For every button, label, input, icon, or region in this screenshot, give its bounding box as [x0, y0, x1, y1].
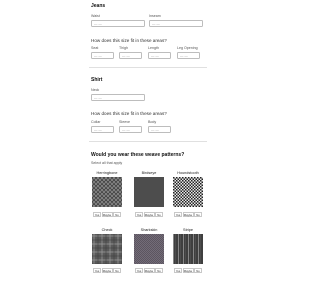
herringbone-options: Yes Maybe No	[93, 212, 122, 217]
maybe-button[interactable]: Maybe	[143, 212, 155, 217]
section-title-jeans: Jeans	[91, 3, 106, 9]
patterns-hint: Select all that apply	[91, 161, 123, 165]
sharkskin-swatch[interactable]	[134, 234, 164, 264]
waist-field[interactable]: — —	[91, 20, 145, 27]
neck-label: Neck	[91, 88, 100, 92]
collar-label: Collar	[91, 120, 101, 124]
jeans-fit-question: How does this size fit in these areas?	[91, 38, 167, 43]
shirt-fit-question: How does this size fit in these areas?	[91, 111, 167, 116]
divider	[89, 67, 207, 68]
no-button[interactable]: No	[155, 212, 163, 217]
seat-field[interactable]: — —	[91, 52, 114, 59]
length-label: Length	[148, 46, 159, 50]
no-button[interactable]: No	[194, 268, 202, 273]
pattern-name-birdseye: Birdseye	[141, 171, 157, 175]
herringbone-swatch[interactable]	[92, 177, 122, 207]
check-swatch[interactable]	[92, 234, 122, 264]
maybe-button[interactable]: Maybe	[182, 268, 194, 273]
houndstooth-swatch[interactable]	[173, 177, 203, 207]
pattern-name-check: Check	[101, 228, 113, 232]
pattern-name-houndstooth: Houndstooth	[177, 171, 199, 175]
yes-button[interactable]: Yes	[174, 268, 182, 273]
no-button[interactable]: No	[113, 268, 121, 273]
no-button[interactable]: No	[155, 268, 163, 273]
waist-label: Waist	[91, 14, 100, 18]
size-and-pattern-form: Jeans Waist — — Inseam — — How does this…	[0, 0, 300, 294]
stripe-options: Yes Maybe No	[174, 268, 203, 273]
seat-label: Seat	[91, 46, 99, 50]
maybe-button[interactable]: Maybe	[143, 268, 155, 273]
leg-opening-field[interactable]: — —	[177, 52, 200, 59]
birdseye-swatch[interactable]	[134, 177, 164, 207]
sleeve-label: Sleeve	[119, 120, 130, 124]
patterns-question: Would you wear these weave patterns?	[91, 152, 185, 158]
check-options: Yes Maybe No	[93, 268, 122, 273]
thigh-label: Thigh	[119, 46, 128, 50]
sharkskin-options: Yes Maybe No	[135, 268, 164, 273]
stripe-swatch[interactable]	[173, 234, 203, 264]
maybe-button[interactable]: Maybe	[182, 212, 194, 217]
yes-button[interactable]: Yes	[174, 212, 182, 217]
maybe-button[interactable]: Maybe	[101, 212, 113, 217]
inseam-field[interactable]: — —	[149, 20, 203, 27]
section-title-shirt: Shirt	[91, 77, 103, 83]
pattern-name-stripe: Stripe	[183, 228, 193, 232]
neck-field[interactable]: — —	[91, 94, 145, 101]
inseam-label: Inseam	[149, 14, 161, 18]
yes-button[interactable]: Yes	[93, 268, 101, 273]
sleeve-field[interactable]: — —	[119, 126, 142, 133]
yes-button[interactable]: Yes	[93, 212, 101, 217]
houndstooth-options: Yes Maybe No	[174, 212, 203, 217]
length-field[interactable]: — —	[148, 52, 171, 59]
no-button[interactable]: No	[194, 212, 202, 217]
divider	[89, 141, 207, 142]
body-label: Body	[148, 120, 157, 124]
pattern-name-herringbone: Herringbone	[96, 171, 118, 175]
pattern-name-sharkskin: Sharkskin	[140, 228, 158, 232]
collar-field[interactable]: — —	[91, 126, 114, 133]
no-button[interactable]: No	[113, 212, 121, 217]
yes-button[interactable]: Yes	[135, 212, 143, 217]
body-field[interactable]: — —	[148, 126, 171, 133]
leg-opening-label: Leg Opening	[177, 46, 198, 50]
yes-button[interactable]: Yes	[135, 268, 143, 273]
thigh-field[interactable]: — —	[119, 52, 142, 59]
maybe-button[interactable]: Maybe	[101, 268, 113, 273]
birdseye-options: Yes Maybe No	[135, 212, 164, 217]
